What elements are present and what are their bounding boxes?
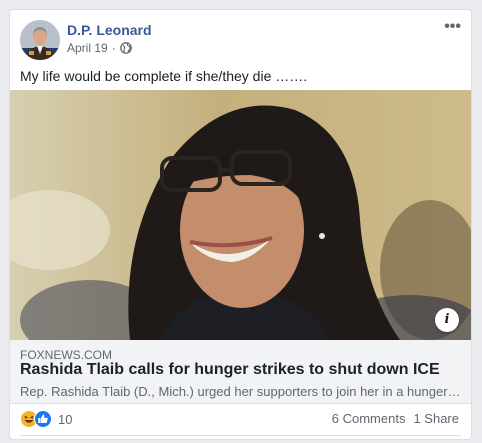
meta-separator: · xyxy=(111,41,116,55)
post-date[interactable]: April 19 xyxy=(67,41,108,55)
link-headline[interactable]: Rashida Tlaib calls for hunger strikes t… xyxy=(20,361,440,379)
engagement-counts: 6 Comments 1 Share xyxy=(332,411,459,426)
link-preview-image[interactable]: i xyxy=(10,90,471,340)
like-reaction-icon xyxy=(34,410,52,428)
post-meta: April 19 · xyxy=(67,41,132,55)
avatar-photo xyxy=(20,20,60,60)
globe-icon[interactable] xyxy=(119,42,132,54)
link-domain: FOXNEWS.COM xyxy=(20,348,112,362)
link-description: Rep. Rashida Tlaib (D., Mich.) urged her… xyxy=(20,384,462,399)
article-photo xyxy=(10,90,471,340)
more-options-icon[interactable]: ••• xyxy=(444,18,461,36)
link-preview-meta[interactable]: FOXNEWS.COM Rashida Tlaib calls for hung… xyxy=(10,340,471,404)
avatar[interactable] xyxy=(20,20,60,60)
reactions-summary[interactable]: 10 xyxy=(20,410,72,428)
post-card: D.P. Leonard April 19 · ••• My life woul… xyxy=(9,9,472,440)
author-name[interactable]: D.P. Leonard xyxy=(67,22,152,38)
comments-count[interactable]: 6 Comments xyxy=(332,411,406,426)
reaction-count: 10 xyxy=(58,411,73,427)
post-text: My life would be complete if she/they di… xyxy=(20,68,308,84)
divider xyxy=(20,435,461,436)
shares-count[interactable]: 1 Share xyxy=(413,411,459,426)
info-button[interactable]: i xyxy=(435,308,459,332)
